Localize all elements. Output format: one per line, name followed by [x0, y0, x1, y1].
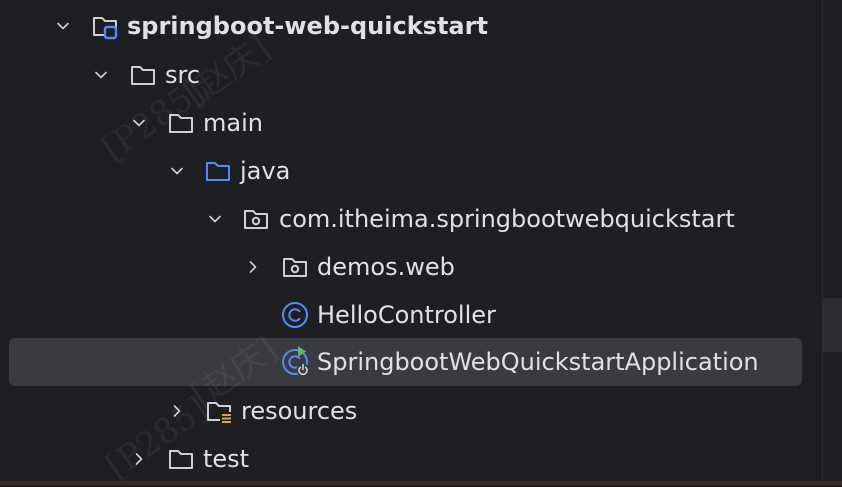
tree-item-label: resources: [241, 397, 358, 425]
folder-icon: [166, 108, 196, 138]
tree-row-hello-controller[interactable]: HelloController: [0, 291, 822, 339]
module-folder-icon: [90, 11, 120, 41]
package-icon: [241, 204, 271, 234]
bottom-divider: [0, 481, 842, 485]
java-class-icon: [280, 300, 310, 330]
project-tree: springboot-web-quickstart src main java: [0, 0, 822, 485]
tree-item-label: demos.web: [317, 253, 455, 281]
chevron-right-icon[interactable]: [242, 256, 264, 278]
tree-row-java[interactable]: java: [0, 147, 822, 195]
tree-item-label: com.itheima.springbootwebquickstart: [279, 205, 735, 233]
tree-item-label: main: [203, 109, 263, 137]
tree-row-test[interactable]: test: [0, 435, 822, 483]
tree-item-label: HelloController: [317, 301, 496, 329]
resources-folder-icon: [204, 396, 234, 426]
scrollbar-thumb[interactable]: [823, 298, 842, 352]
tree-row-main[interactable]: main: [0, 99, 822, 147]
tree-row-project-root[interactable]: springboot-web-quickstart: [0, 2, 822, 50]
tree-row-package-root[interactable]: com.itheima.springbootwebquickstart: [0, 195, 822, 243]
tree-row-demos-web[interactable]: demos.web: [0, 243, 822, 291]
tree-row-resources[interactable]: resources: [0, 387, 822, 435]
chevron-down-icon[interactable]: [204, 208, 226, 230]
tree-row-application-class[interactable]: SpringbootWebQuickstartApplication: [9, 338, 802, 386]
chevron-down-icon[interactable]: [166, 160, 188, 182]
tree-item-label: test: [203, 445, 250, 473]
tree-item-label: SpringbootWebQuickstartApplication: [317, 348, 759, 376]
chevron-down-icon[interactable]: [52, 15, 74, 37]
vertical-scrollbar[interactable]: [822, 0, 842, 485]
tree-item-label: src: [165, 61, 201, 89]
folder-icon: [166, 444, 196, 474]
chevron-down-icon[interactable]: [128, 112, 150, 134]
source-root-folder-icon: [203, 156, 233, 186]
chevron-down-icon[interactable]: [90, 64, 112, 86]
package-icon: [280, 252, 310, 282]
folder-icon: [128, 60, 158, 90]
chevron-right-icon[interactable]: [166, 400, 188, 422]
tree-item-label: java: [240, 157, 291, 185]
tree-row-src[interactable]: src: [0, 51, 822, 99]
tree-item-label: springboot-web-quickstart: [127, 12, 488, 40]
spring-boot-application-icon: [280, 346, 310, 377]
chevron-right-icon[interactable]: [128, 448, 150, 470]
